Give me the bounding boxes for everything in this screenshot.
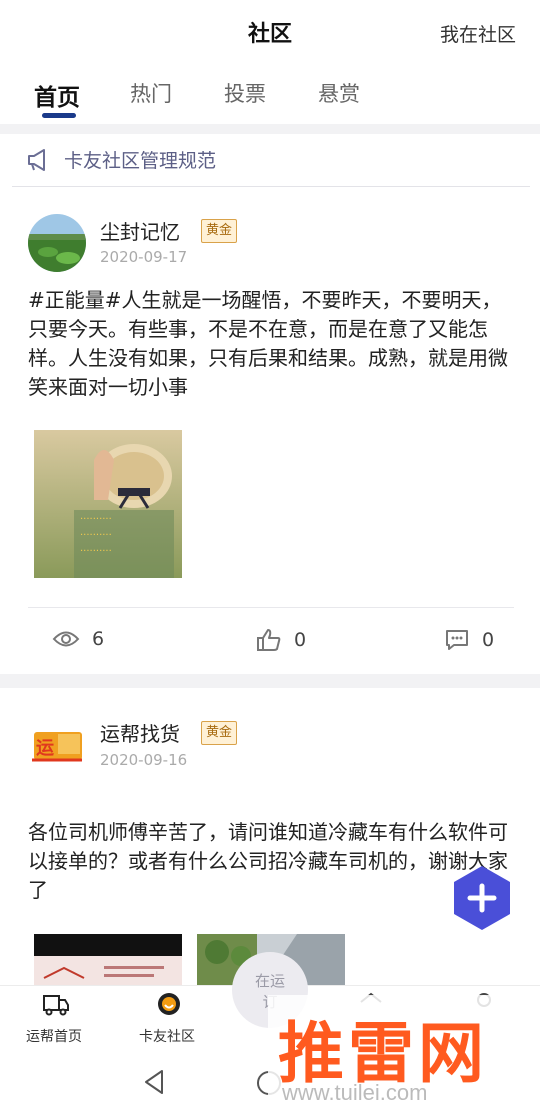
my-community-link[interactable]: 我在社区	[440, 20, 516, 47]
tab-vote[interactable]: 投票	[224, 78, 266, 108]
center-label-1: 在运	[254, 972, 285, 990]
comment-button[interactable]: 0	[444, 628, 494, 652]
post-content[interactable]: 各位司机师傅辛苦了，请问谁知道冷藏车有什么软件可以接单的？或者有什么公司招冷藏车…	[28, 818, 514, 905]
views-count: 6	[52, 628, 104, 650]
post-image[interactable]	[34, 934, 182, 985]
comment-icon	[446, 630, 468, 650]
post-date: 2020-09-16	[100, 751, 188, 769]
thumbs-up-icon	[257, 629, 281, 651]
watermark-url: www.tuilei.com	[282, 1080, 428, 1105]
divider	[28, 607, 514, 608]
avatar[interactable]	[28, 214, 86, 272]
tab-home[interactable]: 首页	[34, 78, 80, 112]
post-username[interactable]: 尘封记忆	[100, 216, 180, 245]
community-icon[interactable]	[156, 991, 182, 1021]
like-button[interactable]: 0	[256, 628, 306, 652]
tab-hot[interactable]: 热门	[130, 78, 172, 108]
active-tab-indicator	[42, 113, 76, 118]
post-date: 2020-09-17	[100, 248, 188, 266]
tab-bounty[interactable]: 悬赏	[318, 78, 360, 108]
post-card[interactable]: 尘封记忆 黄金 2020-09-17 #正能量#人生就是一场醒悟，不要昨天，不要…	[0, 188, 540, 674]
svg-text:··········: ··········	[80, 530, 112, 541]
truck-icon[interactable]	[42, 992, 70, 1020]
tab-bar: 首页 热门 投票 悬赏	[0, 70, 540, 124]
nav-home-label[interactable]: 运帮首页	[26, 1026, 82, 1046]
post-content[interactable]: #正能量#人生就是一场醒悟，不要昨天，不要明天，只要今天。有些事，不是不在意，而…	[28, 286, 514, 402]
create-post-button[interactable]	[448, 864, 516, 932]
notice-text: 卡友社区管理规范	[64, 150, 217, 172]
svg-text:··········: ··········	[80, 514, 112, 525]
community-rules-notice[interactable]: 卡友社区管理规范	[12, 134, 530, 187]
likes-value: 0	[294, 629, 307, 651]
app-header: 社区 我在社区	[0, 0, 540, 70]
comments-value: 0	[482, 629, 495, 651]
svg-text:运: 运	[36, 738, 54, 759]
post-image[interactable]: ·········· ·········· ··········	[34, 430, 182, 578]
level-badge: 黄金	[201, 219, 238, 243]
nav-community-label[interactable]: 卡友社区	[139, 1026, 195, 1046]
megaphone-icon	[26, 148, 52, 176]
section-gap	[0, 124, 540, 134]
post-card[interactable]: 运 运帮找货 黄金 2020-09-16 各位司机师傅辛苦了，请问谁知道冷藏车有…	[0, 688, 540, 985]
level-badge: 黄金	[201, 721, 238, 745]
post-username[interactable]: 运帮找货	[100, 718, 180, 747]
eye-icon	[52, 631, 80, 647]
views-value: 6	[92, 628, 105, 650]
svg-text:··········: ··········	[80, 546, 112, 557]
section-gap	[0, 674, 540, 688]
avatar[interactable]: 运	[28, 716, 86, 774]
back-icon[interactable]	[142, 1069, 166, 1099]
